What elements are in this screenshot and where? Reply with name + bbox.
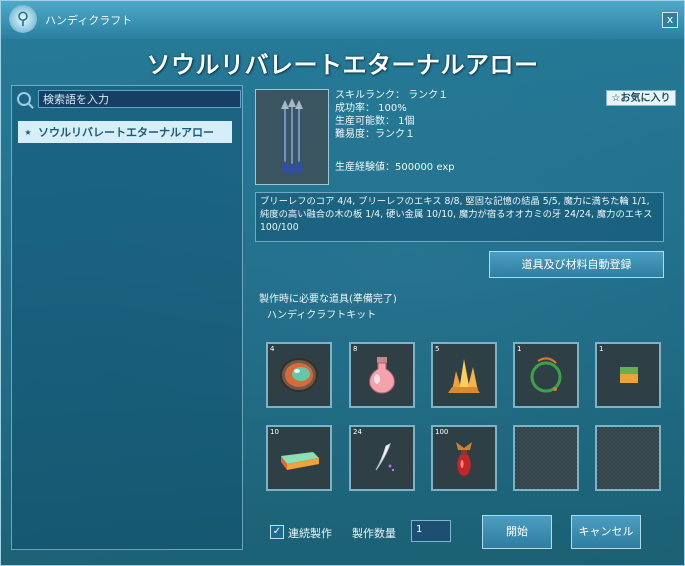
magic-ring-icon xyxy=(530,357,562,393)
empty-ingredient-slot[interactable] xyxy=(595,425,661,491)
exp-text: 生産経験値：500000 exp xyxy=(335,162,455,173)
recipe-stats: スキルランク： ランク１ 成功率： 100% 生産可能数： 1個 難易度：ランク… xyxy=(335,89,455,174)
search-input[interactable] xyxy=(38,90,241,108)
empty-ingredient-slot[interactable] xyxy=(513,425,579,491)
slot-qty: 8 xyxy=(353,345,358,353)
quantity-input[interactable]: 1 xyxy=(411,520,451,542)
tools-title: 製作時に必要な道具(準備完了) xyxy=(259,294,397,305)
gem-core-icon xyxy=(280,358,318,392)
slot-qty: 100 xyxy=(435,428,449,436)
slot-qty: 4 xyxy=(270,345,275,353)
metal-ingot-icon xyxy=(281,452,319,470)
craftable-count-text: 生産可能数： 1個 xyxy=(335,116,415,127)
ingredient-slot[interactable]: 1 xyxy=(513,342,579,408)
ingredient-slot[interactable]: 1 xyxy=(595,342,661,408)
continuous-label: 連続製作 xyxy=(288,527,332,540)
materials-text: ブリーレフのコア 4/4, ブリーレフのエキス 8/8, 堅固な記憶の結晶 5/… xyxy=(255,192,664,242)
quantity-label: 製作数量 xyxy=(352,527,396,540)
ingredient-slot[interactable]: 10 xyxy=(266,425,332,491)
essence-vial-icon xyxy=(456,442,472,476)
window-title: ハンディクラフト xyxy=(45,14,133,27)
auto-register-button[interactable]: 道具及び材料自動登録 xyxy=(489,251,664,278)
start-button[interactable]: 開始 xyxy=(482,515,552,549)
crystal-cluster-icon xyxy=(448,359,480,393)
potion-bottle-icon xyxy=(369,357,395,394)
handicraft-app-icon: ⚲ xyxy=(9,5,37,33)
recipe-title: ソウルリバレートエターナルアロー xyxy=(146,51,539,79)
handicraft-window: ⚲ ハンディクラフト x ソウルリバレートエターナルアロー ★ ソウルリバレート… xyxy=(0,0,685,566)
continuous-checkbox[interactable]: ✓ xyxy=(270,525,284,539)
ingredient-slot[interactable]: 100 xyxy=(431,425,497,491)
recipe-list-item-label: ソウルリバレートエターナルアロー xyxy=(38,126,214,139)
arrow-icon xyxy=(255,89,329,185)
wood-board-icon xyxy=(620,367,638,383)
skill-rank-text: スキルランク： ランク１ xyxy=(335,90,449,101)
slot-qty: 24 xyxy=(353,428,362,436)
favorite-button[interactable]: ☆お気に入り xyxy=(606,90,676,106)
ingredient-slot[interactable]: 24 xyxy=(349,425,415,491)
slot-qty: 1 xyxy=(517,345,522,353)
slot-qty: 1 xyxy=(599,345,604,353)
tool-item: ハンディクラフトキット xyxy=(267,310,377,321)
success-rate-text: 成功率： 100% xyxy=(335,103,407,114)
slot-qty: 5 xyxy=(435,345,440,353)
ingredient-slot[interactable]: 5 xyxy=(431,342,497,408)
title-bar[interactable]: ⚲ ハンディクラフト x xyxy=(1,1,684,39)
slot-qty: 10 xyxy=(270,428,279,436)
recipe-list-item[interactable]: ★ ソウルリバレートエターナルアロー xyxy=(18,121,232,143)
search-icon xyxy=(17,92,31,106)
ingredient-slot[interactable]: 8 xyxy=(349,342,415,408)
star-bullet-icon: ★ xyxy=(24,127,32,137)
ingredient-slot[interactable]: 4 xyxy=(266,342,332,408)
recipe-list-panel: ★ ソウルリバレートエターナルアロー xyxy=(11,85,243,550)
cancel-button[interactable]: キャンセル xyxy=(571,515,641,549)
wolf-fang-icon xyxy=(375,443,394,471)
close-button[interactable]: x xyxy=(662,12,678,28)
difficulty-text: 難易度：ランク１ xyxy=(335,129,415,140)
